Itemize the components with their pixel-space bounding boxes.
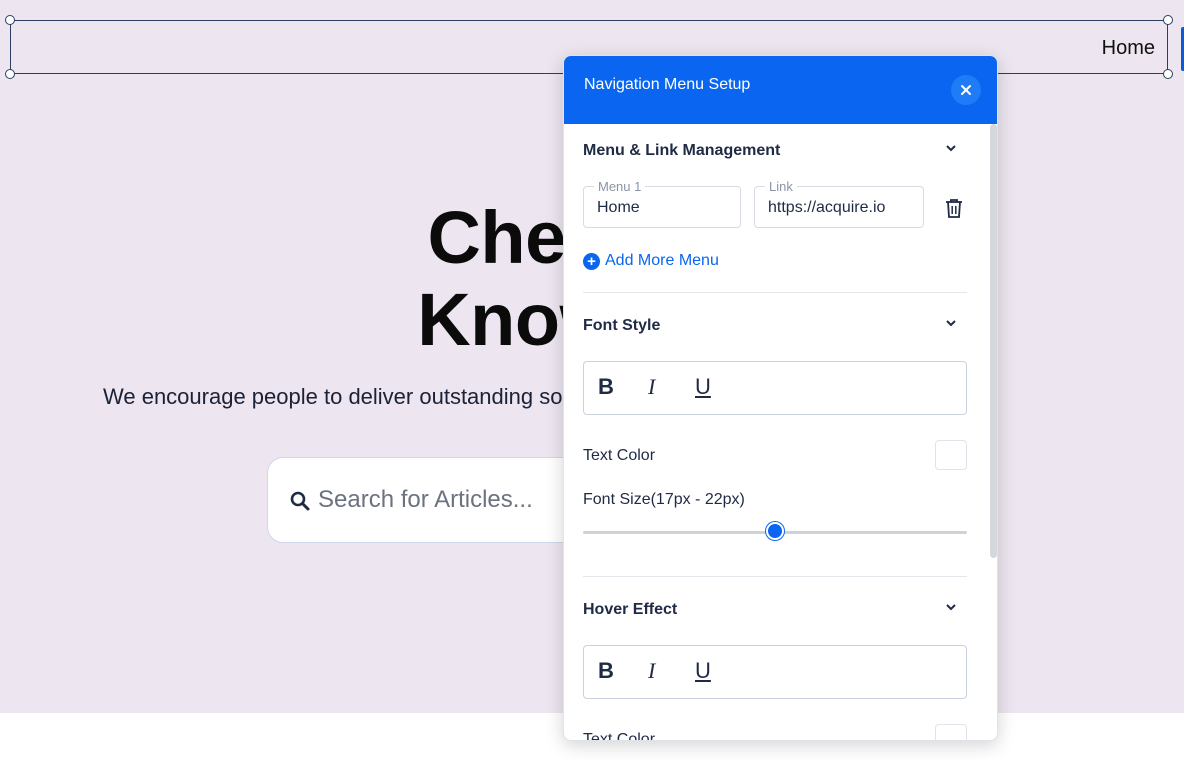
add-more-menu-button[interactable]: + Add More Menu [583,252,719,270]
hover-bold-button[interactable]: B [598,658,614,684]
text-color-swatch[interactable] [935,440,967,470]
chevron-down-icon[interactable] [944,141,958,155]
bold-button[interactable]: B [598,374,614,400]
hero-subtitle: We encourage people to deliver outstandi… [103,384,563,409]
hover-underline-button[interactable]: U [695,658,711,684]
font-style-section-title[interactable]: Font Style [583,317,660,335]
close-button[interactable] [951,75,981,105]
panel-title: Navigation Menu Setup [584,76,751,93]
hover-style-toolbar: B I U [583,645,967,699]
resize-handle-top-left[interactable] [5,15,15,25]
menu-link-section-title[interactable]: Menu & Link Management [583,142,780,160]
resize-handle-bottom-left[interactable] [5,69,15,79]
search-placeholder: Search for Articles... [318,486,533,513]
trash-icon[interactable] [945,198,963,219]
resize-handle-top-right[interactable] [1163,15,1173,25]
menu-name-field[interactable]: Menu 1 Home [583,179,741,228]
text-color-label: Text Color [583,447,656,464]
menu-link-field[interactable]: Link https://acquire.io [754,179,924,228]
nav-item-home[interactable]: Home [1102,37,1155,60]
panel-header: Navigation Menu Setup [564,56,997,124]
hover-effect-section-title[interactable]: Hover Effect [583,601,677,619]
resize-handle-bottom-right[interactable] [1163,69,1173,79]
underline-button[interactable]: U [695,374,711,400]
add-more-menu-label: Add More Menu [605,252,719,269]
font-size-label: Font Size(17px - 22px) [583,491,745,508]
section-divider [583,292,967,293]
hover-text-color-swatch[interactable] [935,724,967,740]
navigation-menu-setup-panel: Navigation Menu Setup Menu & Link Manage… [563,55,998,741]
font-style-toolbar: B I U [583,361,967,415]
menu-link-value: https://acquire.io [768,199,886,216]
close-icon [961,85,971,95]
menu-name-value: Home [597,199,640,216]
menu-link-label: Link [765,179,797,194]
hover-text-color-label: Text Color [583,731,656,741]
italic-button[interactable]: I [648,374,655,400]
menu-name-label: Menu 1 [594,179,646,194]
search-icon [290,491,310,516]
font-size-slider[interactable] [583,522,967,540]
font-size-slider-thumb[interactable] [766,522,784,540]
chevron-down-icon[interactable] [944,316,958,330]
chevron-down-icon[interactable] [944,600,958,614]
hover-italic-button[interactable]: I [648,658,655,684]
panel-scrollbar[interactable] [990,124,997,558]
plus-circle-icon: + [583,252,600,270]
section-divider [583,576,967,577]
